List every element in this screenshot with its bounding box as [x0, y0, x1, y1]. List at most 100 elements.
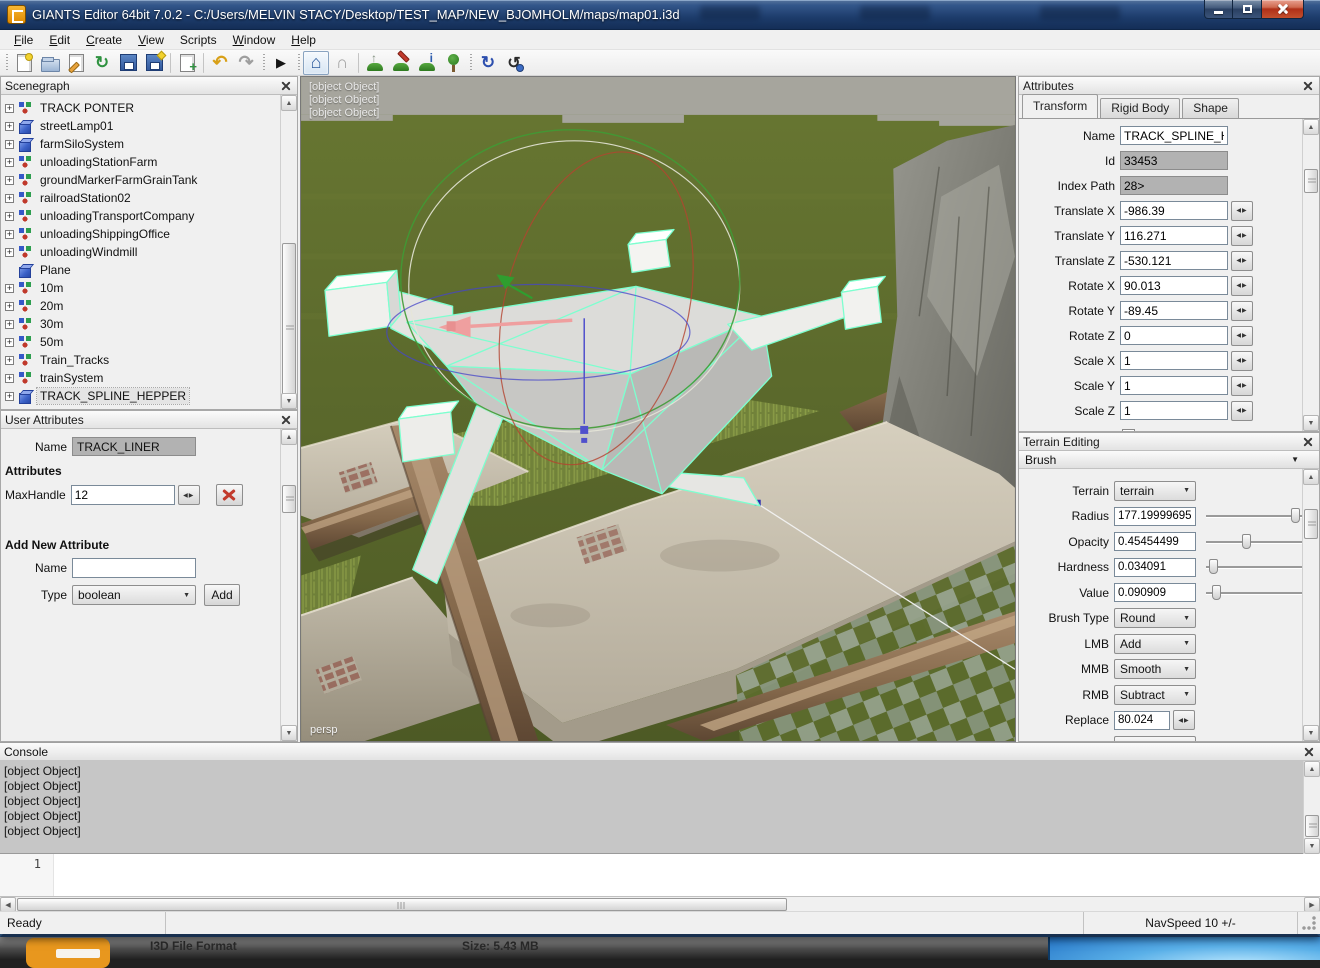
expander-icon[interactable] [5, 140, 14, 149]
menu-item[interactable]: Help [283, 31, 324, 49]
toolbar-play-icon[interactable] [268, 51, 294, 75]
value-spinner[interactable]: ◀▶ [1231, 201, 1253, 221]
scenegraph-node[interactable]: farmSiloSystem [1, 135, 280, 153]
expander-icon[interactable] [5, 338, 14, 347]
value-spinner[interactable]: ◀▶ [1231, 376, 1253, 396]
brush-section-bar[interactable]: Brush ▼ [1019, 451, 1319, 469]
console-scrollbar[interactable]: ▲ ▼ [1303, 761, 1320, 854]
value-slider[interactable] [1206, 584, 1302, 602]
tab-transform[interactable]: Transform [1022, 94, 1098, 118]
scenegraph-node[interactable]: 50m [1, 333, 280, 351]
terrain-row-dropdown[interactable]: Smooth ▼ [1114, 659, 1196, 679]
slider-thumb[interactable] [1242, 534, 1251, 549]
scenegraph-node[interactable]: railroadStation02 [1, 189, 280, 207]
attribute-input[interactable] [1120, 251, 1228, 270]
value-slider[interactable] [1206, 507, 1302, 525]
scroll-thumb[interactable] [1304, 509, 1318, 539]
type-dropdown[interactable]: boolean ▼ [72, 585, 196, 605]
scenegraph-node[interactable]: unloadingWindmill [1, 243, 280, 261]
scenegraph-node[interactable]: unloadingShippingOffice [1, 225, 280, 243]
value-spinner[interactable]: ◀▶ [1231, 251, 1253, 271]
scenegraph-close-icon[interactable] [279, 79, 293, 93]
expander-icon[interactable] [5, 194, 14, 203]
expander-icon[interactable] [5, 104, 14, 113]
scroll-up-icon[interactable]: ▲ [1303, 119, 1319, 135]
terrain-row-input[interactable] [1114, 532, 1196, 551]
expander-icon[interactable] [5, 356, 14, 365]
tab-shape[interactable]: Shape [1182, 98, 1239, 118]
value-slider[interactable] [1206, 533, 1302, 551]
scroll-up-icon[interactable]: ▲ [1303, 469, 1319, 485]
expander-icon[interactable] [5, 212, 14, 221]
menu-item[interactable]: View [130, 31, 172, 49]
terrain-row-input[interactable] [1114, 711, 1170, 730]
scenegraph-node[interactable]: streetLamp01 [1, 117, 280, 135]
value-spinner[interactable]: ◀▶ [1231, 226, 1253, 246]
visibility-checkbox[interactable] [1122, 429, 1135, 431]
attribute-input[interactable] [1120, 401, 1228, 420]
minimize-button[interactable] [1204, 0, 1233, 19]
toolbar-notepad-icon[interactable] [63, 51, 89, 75]
scroll-up-icon[interactable]: ▲ [281, 429, 297, 445]
terrain-row-dropdown[interactable]: ▼ [1114, 736, 1196, 741]
menu-item[interactable]: Window [225, 31, 284, 49]
menu-item[interactable]: Edit [41, 31, 78, 49]
terrain-editing-close-icon[interactable] [1301, 435, 1315, 449]
terrain-row-dropdown[interactable]: terrain ▼ [1114, 481, 1196, 501]
scroll-down-icon[interactable]: ▼ [1304, 838, 1320, 854]
value-spinner[interactable]: ◀▶ [1231, 276, 1253, 296]
slider-thumb[interactable] [1212, 585, 1221, 600]
expander-icon[interactable] [5, 158, 14, 167]
scenegraph-node[interactable]: 30m [1, 315, 280, 333]
value-spinner[interactable]: ◀▶ [1231, 301, 1253, 321]
attributes-scrollbar[interactable]: ▲ ▼ [1302, 119, 1319, 431]
attribute-input[interactable] [1120, 351, 1228, 370]
scroll-left-icon[interactable]: ◀ [0, 897, 16, 912]
toolbar-reload2-icon[interactable] [475, 51, 501, 75]
attribute-input[interactable] [1120, 151, 1228, 170]
script-editor[interactable]: 1 [0, 854, 1320, 896]
toolbar-paint-icon[interactable] [388, 51, 414, 75]
toolbar-new-icon[interactable] [11, 51, 37, 75]
maxhandle-spinner[interactable]: ◀▶ [178, 485, 200, 505]
scroll-down-icon[interactable]: ▼ [1303, 415, 1319, 431]
expander-icon[interactable] [5, 374, 14, 383]
expander-icon[interactable] [5, 320, 14, 329]
toolbar-tree-icon[interactable] [440, 51, 466, 75]
new-attribute-name-input[interactable] [72, 558, 196, 578]
terrain-row-dropdown[interactable]: Add ▼ [1114, 634, 1196, 654]
scenegraph-node[interactable]: trainSystem [1, 369, 280, 387]
expander-icon[interactable] [5, 176, 14, 185]
attribute-input[interactable] [1120, 326, 1228, 345]
scroll-thumb[interactable] [282, 243, 296, 410]
scenegraph-node[interactable]: groundMarkerFarmGrainTank [1, 171, 280, 189]
expander-icon[interactable] [5, 284, 14, 293]
terrain-row-dropdown[interactable]: Subtract ▼ [1114, 685, 1196, 705]
scroll-thumb[interactable] [282, 485, 296, 513]
value-spinner[interactable]: ◀▶ [1231, 401, 1253, 421]
toolbar-info-icon[interactable] [414, 51, 440, 75]
menu-item[interactable]: Create [78, 31, 130, 49]
terrain-row-input[interactable] [1114, 583, 1196, 602]
value-slider[interactable] [1206, 558, 1302, 576]
scenegraph-node[interactable]: unloadingStationFarm [1, 153, 280, 171]
scroll-down-icon[interactable]: ▼ [1303, 725, 1319, 741]
scenegraph-node[interactable]: Train_Tracks [1, 351, 280, 369]
expander-icon[interactable] [5, 248, 14, 257]
toolbar-import-icon[interactable] [174, 51, 200, 75]
viewport-3d[interactable]: [object Object][object Object][object Ob… [300, 76, 1016, 742]
terrain-row-dropdown[interactable]: Round ▼ [1114, 608, 1196, 628]
value-spinner[interactable]: ◀▶ [1231, 326, 1253, 346]
scroll-thumb[interactable] [1304, 169, 1318, 193]
toolbar-saveas-icon[interactable] [141, 51, 167, 75]
scenegraph-node[interactable]: TRACK PONTER [1, 99, 280, 117]
scenegraph-node[interactable]: 20m [1, 297, 280, 315]
script-input-area[interactable] [54, 854, 1320, 896]
attribute-input[interactable] [1120, 376, 1228, 395]
scroll-up-icon[interactable]: ▲ [281, 95, 297, 111]
expander-icon[interactable] [5, 392, 14, 401]
toolbar-magnet-icon[interactable] [329, 51, 355, 75]
scenegraph-node[interactable]: unloadingTransportCompany [1, 207, 280, 225]
toolbar-gear-icon[interactable] [501, 51, 527, 75]
attribute-input[interactable] [1120, 176, 1228, 195]
